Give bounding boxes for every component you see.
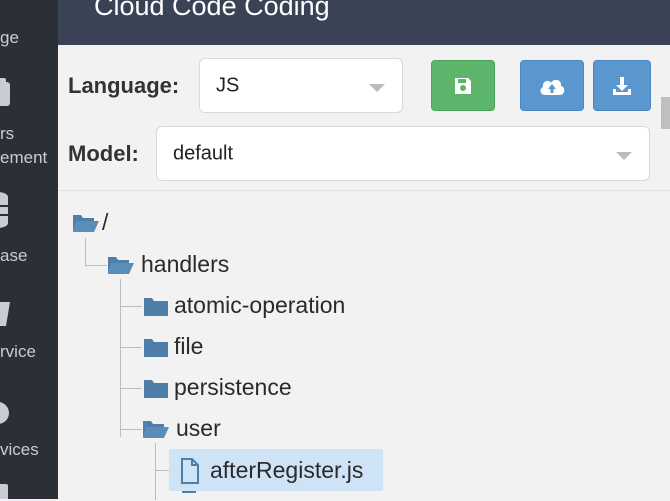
tree-node-label: file	[174, 333, 204, 359]
file-tree: / handlers atomic-operation file persist…	[58, 190, 670, 500]
tree-node-label: atomic-operation	[174, 292, 346, 318]
file-icon	[182, 491, 196, 493]
tree-node-atomic-operation[interactable]: atomic-operation	[144, 292, 345, 319]
folder-open-icon	[143, 420, 169, 438]
tree-node-handlers[interactable]: handlers	[107, 251, 229, 278]
scrollbar-thumb[interactable]	[661, 97, 670, 129]
save-button[interactable]	[431, 60, 495, 111]
service-icon	[0, 302, 10, 326]
tree-node-root[interactable]: /	[72, 209, 108, 236]
language-select[interactable]: JS	[199, 58, 403, 113]
tree-node-label: user	[176, 415, 221, 441]
editor-toolbar: Language: JS Model: default	[58, 45, 670, 190]
download-icon	[613, 76, 631, 95]
circle-icon	[0, 402, 9, 424]
sidebar-item-label[interactable]: vices	[0, 440, 39, 460]
page-title: Cloud Code Coding	[94, 0, 330, 21]
tree-node-label: /	[102, 209, 109, 235]
sidebar-item-label[interactable]: rs	[0, 124, 14, 144]
folder-open-icon	[73, 214, 99, 232]
folder-open-icon	[108, 256, 134, 274]
sidebar: ge rs ement ase rvice vices	[0, 0, 58, 499]
tree-node-file[interactable]: file	[144, 333, 203, 360]
sidebar-item-label[interactable]: rvice	[0, 342, 36, 362]
chevron-down-icon	[616, 152, 632, 160]
clipboard-icon	[0, 78, 10, 106]
tree-node-user[interactable]: user	[142, 415, 221, 442]
model-select-value: default	[173, 142, 234, 164]
language-label: Language:	[68, 73, 180, 98]
save-icon	[455, 77, 471, 94]
tree-node-after-register[interactable]: afterRegister.js	[180, 457, 363, 484]
database-icon	[0, 192, 8, 228]
language-select-value: JS	[216, 74, 240, 96]
file-icon	[181, 457, 199, 484]
tree-node-next[interactable]	[180, 491, 200, 501]
sidebar-bottom-icon	[0, 484, 8, 499]
tree-node-label: handlers	[141, 251, 230, 277]
chevron-down-icon	[369, 84, 385, 92]
cloud-upload-icon	[540, 79, 565, 95]
download-button[interactable]	[593, 60, 651, 111]
folder-icon	[144, 297, 168, 316]
sidebar-item-label[interactable]: ge	[0, 28, 19, 48]
sidebar-item-label[interactable]: ase	[0, 246, 27, 266]
page-header: Cloud Code Coding	[58, 0, 670, 45]
folder-icon	[144, 379, 168, 398]
model-label: Model:	[68, 141, 139, 166]
sidebar-item-label[interactable]: ement	[0, 148, 47, 168]
model-select[interactable]: default	[156, 126, 650, 181]
tree-node-label: afterRegister.js	[210, 457, 364, 483]
upload-button[interactable]	[520, 60, 584, 111]
tree-node-label: persistence	[174, 374, 292, 400]
tree-node-persistence[interactable]: persistence	[144, 374, 292, 401]
folder-icon	[144, 338, 168, 357]
